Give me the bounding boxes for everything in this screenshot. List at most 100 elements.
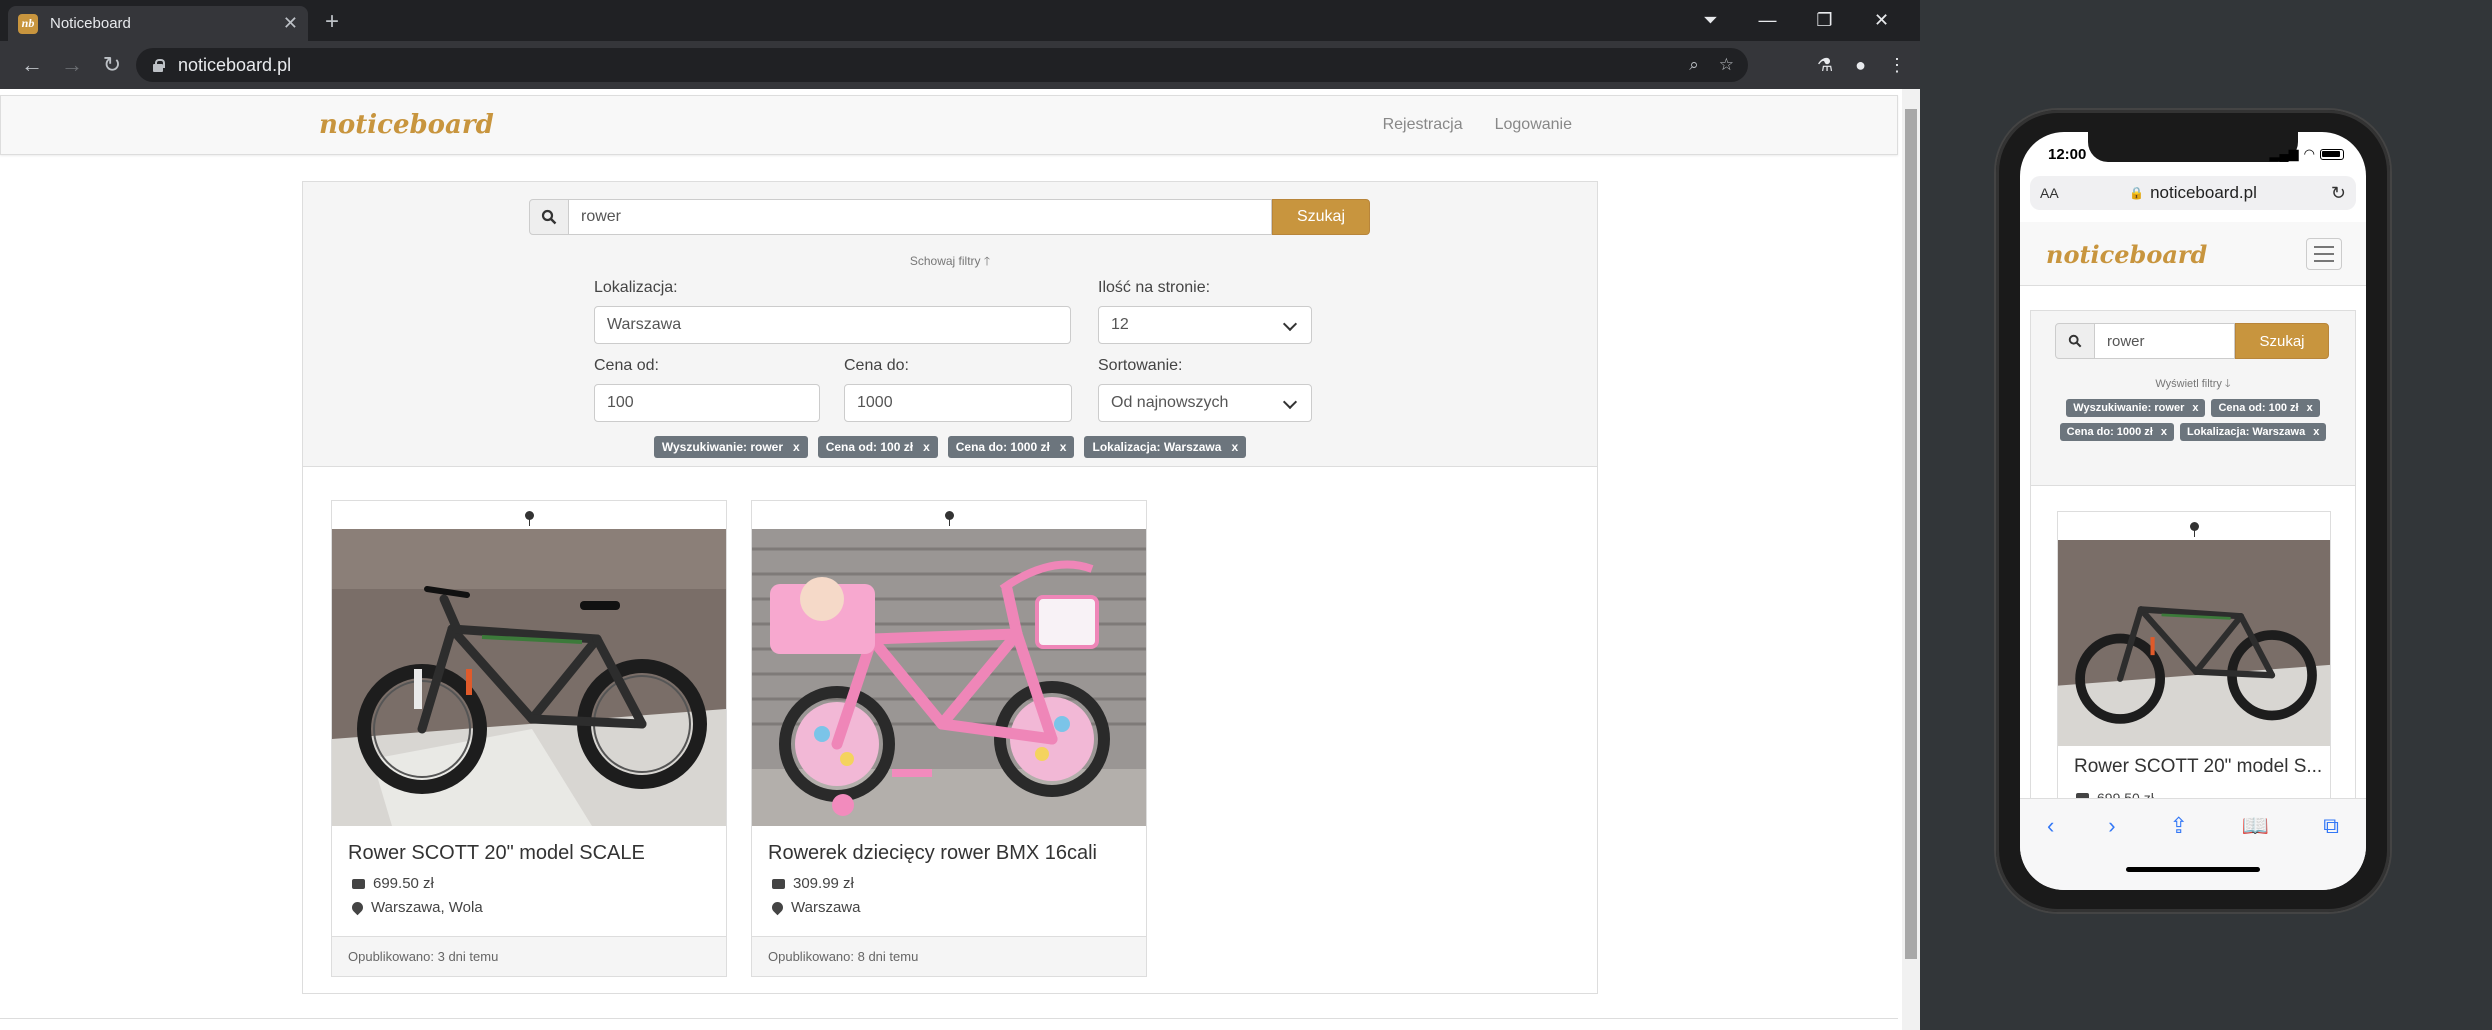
per-page-select[interactable]: 12 (1098, 306, 1312, 344)
price-from-label: Cena od: (594, 357, 659, 374)
phone-reload-icon[interactable]: ↻ (2331, 183, 2346, 204)
map-marker-icon (769, 899, 786, 916)
zoom-icon[interactable]: ⌕ (1689, 55, 1699, 75)
per-page-label: Ilość na stronie: (1098, 279, 1211, 296)
phone-lock-icon: 🔒 (2129, 186, 2145, 200)
browser-tab[interactable]: nb Noticeboard ✕ (8, 6, 308, 41)
show-filters-toggle[interactable]: Wyświetl filtry 🡓 (2031, 375, 2355, 394)
remove-chip-icon[interactable]: x (923, 440, 930, 454)
price-to-label: Cena do: (844, 357, 909, 374)
remove-chip-icon[interactable]: x (2313, 426, 2319, 438)
share-icon[interactable]: ⇪ (2170, 813, 2188, 839)
phone-navbar: noticeboard (2020, 222, 2366, 286)
register-link[interactable]: Rejestracja (1383, 116, 1463, 134)
safari-forward-icon[interactable]: › (2108, 813, 2115, 839)
filter-chip: Lokalizacja: Warszawa x (1084, 436, 1247, 458)
phone-listing-card[interactable]: Rower SCOTT 20" model S... 699.50 zł (2057, 511, 2331, 798)
location-input[interactable]: Warszawa (594, 306, 1071, 344)
phone-filter-chips: Wyszukiwanie: rower x Cena od: 100 zł x Ce… (2045, 399, 2341, 441)
filter-chip: Cena od: 100 zł x (817, 436, 938, 458)
scrollbar-thumb[interactable] (1905, 109, 1917, 959)
site-logo[interactable]: noticeboard (319, 110, 494, 140)
reload-icon[interactable]: ↻ (92, 52, 132, 78)
phone-listing-title[interactable]: Rower SCOTT 20" model S... (2074, 756, 2322, 778)
tab-search-icon[interactable]: ⏷ (1682, 10, 1739, 31)
pin-icon[interactable] (2058, 512, 2330, 540)
bookmarks-icon[interactable]: 📖 (2242, 813, 2269, 839)
back-icon[interactable]: ← (12, 52, 52, 78)
page-viewport: noticeboard Rejestracja Logowanie rower … (0, 89, 1920, 1030)
phone-filters-section: rower Szukaj Wyświetl filtry 🡓 Wyszukiwa… (2031, 311, 2355, 486)
phone-device: 12:00 ▂▄▆ ◠ AA 🔒 noticeboard.pl ↻ notice… (1996, 110, 2390, 912)
remove-chip-icon[interactable]: x (793, 440, 800, 454)
phone-listing-price: 699.50 zł (2076, 790, 2154, 798)
listing-title[interactable]: Rowerek dziecięcy rower BMX 16cali (768, 842, 1097, 865)
hide-filters-toggle[interactable]: Schowaj filtry 🡑 (303, 252, 1597, 273)
hide-filters-label: Schowaj filtry (909, 254, 981, 268)
active-filter-chips: Wyszukiwanie: rower x Cena od: 100 zł x Ce… (303, 436, 1597, 458)
remove-chip-icon[interactable]: x (2307, 402, 2313, 414)
sort-select[interactable]: Od najnowszych (1098, 384, 1312, 422)
price-from-input[interactable]: 100 (594, 384, 820, 422)
footer-divider (0, 1018, 1898, 1019)
bookmark-star-icon[interactable]: ☆ (1719, 55, 1734, 75)
phone-search-button[interactable]: Szukaj (2235, 323, 2329, 359)
listing-title[interactable]: Rower SCOTT 20" model SCALE (348, 842, 645, 865)
menu-dots-icon[interactable]: ⋮ (1888, 55, 1906, 76)
remove-chip-icon[interactable]: x (1060, 440, 1067, 454)
listing-photo[interactable] (332, 529, 726, 826)
search-button[interactable]: Szukaj (1272, 199, 1370, 235)
close-tab-icon[interactable]: ✕ (283, 13, 298, 34)
pin-icon[interactable] (752, 501, 1146, 529)
search-input[interactable]: rower (569, 199, 1272, 235)
filter-chip: Cena od: 100 zł x (2211, 399, 2320, 417)
price-to-input[interactable]: 1000 (844, 384, 1072, 422)
listing-card[interactable]: Rower SCOTT 20" model SCALE 699.50 zł Wa… (331, 500, 727, 977)
filters-section: rower Szukaj Schowaj filtry 🡑 Lokalizacj… (303, 182, 1597, 467)
hamburger-menu-icon[interactable] (2306, 238, 2342, 270)
wallet-icon (772, 878, 785, 889)
listing-published: Opublikowano: 8 dni temu (752, 936, 1146, 976)
phone-search-input[interactable]: rower (2095, 323, 2235, 359)
browser-toolbar: ← → ↻ noticeboard.pl ⌕ ☆ (0, 41, 1920, 89)
labs-flask-icon[interactable]: ⚗ (1817, 55, 1833, 76)
page-scrollbar[interactable] (1902, 89, 1920, 1030)
show-filters-label: Wyświetl filtry (2155, 378, 2222, 390)
filter-chip: Cena do: 1000 zł x (947, 436, 1075, 458)
per-page-value: 12 (1111, 316, 1129, 333)
restore-icon[interactable]: ❐ (1796, 10, 1853, 31)
address-bar[interactable]: noticeboard.pl ⌕ ☆ (136, 48, 1748, 82)
phone-address-bar[interactable]: AA 🔒 noticeboard.pl ↻ (2030, 176, 2356, 210)
remove-chip-icon[interactable]: x (1231, 440, 1238, 454)
search-bar: rower Szukaj (529, 199, 1370, 235)
phone-search-icon (2055, 323, 2095, 359)
battery-icon (2320, 148, 2344, 160)
phone-url: noticeboard.pl (2150, 183, 2257, 202)
new-tab-icon[interactable]: + (325, 8, 339, 36)
listing-card[interactable]: Rowerek dziecięcy rower BMX 16cali 309.9… (751, 500, 1147, 977)
remove-chip-icon[interactable]: x (2192, 402, 2198, 414)
minimize-icon[interactable]: — (1739, 10, 1796, 31)
tab-strip: nb Noticeboard ✕ + ⏷ — ❐ ✕ (0, 0, 1920, 41)
pin-icon[interactable] (332, 501, 726, 529)
listing-location: Warszawa, Wola (349, 899, 483, 916)
login-link[interactable]: Logowanie (1495, 116, 1572, 134)
forward-icon[interactable]: → (52, 52, 92, 78)
site-navbar: noticeboard Rejestracja Logowanie (0, 95, 1898, 155)
remove-chip-icon[interactable]: x (2161, 426, 2167, 438)
phone-time: 12:00 (2048, 146, 2087, 163)
listing-photo[interactable] (752, 529, 1146, 826)
toolbar-right: ⚗ ● ⋮ (1817, 41, 1906, 89)
text-size-button[interactable]: AA (2040, 185, 2059, 201)
phone-listing-photo[interactable] (2058, 540, 2330, 746)
profile-icon[interactable]: ● (1855, 55, 1866, 76)
safari-back-icon[interactable]: ‹ (2047, 813, 2054, 839)
signal-icon: ▂▄▆ (2269, 146, 2299, 161)
close-window-icon[interactable]: ✕ (1853, 10, 1910, 31)
tab-title: Noticeboard (50, 15, 131, 32)
listing-location: Warszawa (769, 899, 860, 916)
window-controls: ⏷ — ❐ ✕ (1682, 0, 1910, 41)
phone-site-logo[interactable]: noticeboard (2046, 240, 2207, 269)
tabs-icon[interactable]: ⧉ (2323, 813, 2339, 839)
phone-search-panel: rower Szukaj Wyświetl filtry 🡓 Wyszukiwa… (2030, 310, 2356, 798)
